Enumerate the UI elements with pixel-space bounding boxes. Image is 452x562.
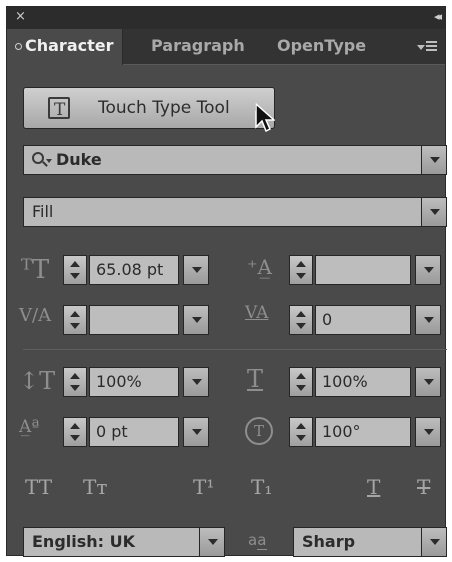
search-icon — [32, 152, 44, 164]
baseline-shift-input[interactable]: 0 pt — [89, 417, 179, 447]
touch-type-icon — [48, 90, 70, 130]
anti-alias-icon: aa — [248, 531, 268, 550]
baseline-shift-stepper[interactable] — [63, 417, 87, 447]
font-size-input[interactable]: 65.08 pt — [89, 255, 179, 285]
kerning-stepper[interactable] — [63, 305, 87, 335]
baseline-shift-dropdown-button[interactable] — [183, 417, 209, 447]
font-style-value: Fill — [32, 202, 54, 221]
mouse-cursor-icon — [255, 103, 275, 133]
baseline-shift-icon: A̲ª — [19, 417, 40, 437]
panel-menu-icon[interactable] — [417, 38, 439, 56]
leading-dropdown-button[interactable] — [415, 255, 441, 285]
tab-label: Paragraph — [151, 36, 245, 55]
language-dropdown[interactable]: English: UK — [23, 527, 225, 557]
anti-alias-dropdown-button[interactable] — [421, 527, 447, 557]
close-icon[interactable]: × — [15, 9, 26, 24]
tab-label: OpenType — [277, 36, 367, 55]
tab-paragraph[interactable]: Paragraph — [143, 29, 253, 65]
tab-label: Character — [25, 36, 114, 55]
vertical-scale-field: 100% — [63, 367, 211, 397]
language-dropdown-button[interactable] — [199, 527, 225, 557]
tracking-icon: VA — [245, 303, 269, 323]
rotation-input[interactable]: 100° — [315, 417, 411, 447]
font-size-stepper[interactable] — [63, 255, 87, 285]
anti-alias-dropdown[interactable]: Sharp — [293, 527, 447, 557]
rotation-stepper[interactable] — [289, 417, 313, 447]
horizontal-scale-stepper[interactable] — [289, 367, 313, 397]
kerning-icon: V/A — [19, 305, 52, 326]
kerning-field — [63, 305, 211, 335]
font-family-dropdown-button[interactable] — [421, 145, 447, 175]
tracking-dropdown-button[interactable] — [415, 305, 441, 335]
tab-character[interactable]: Character — [7, 29, 123, 65]
kerning-input[interactable] — [89, 305, 179, 335]
rotation-field: 100° — [289, 417, 443, 447]
font-size-field: 65.08 pt — [63, 255, 211, 285]
font-size-dropdown-button[interactable] — [183, 255, 209, 285]
horizontal-scale-field: 100% — [289, 367, 443, 397]
small-caps-button[interactable]: Tт — [83, 475, 107, 499]
leading-stepper[interactable] — [289, 255, 313, 285]
anti-alias-value: Sharp — [302, 532, 356, 551]
rotation-dropdown-button[interactable] — [415, 417, 441, 447]
font-style-dropdown-button[interactable] — [421, 197, 447, 227]
panel-titlebar: × ◂◂ — [7, 7, 445, 29]
touch-type-tool-button[interactable]: Touch Type Tool — [23, 87, 275, 130]
vertical-scale-dropdown-button[interactable] — [183, 367, 209, 397]
leading-input[interactable] — [315, 255, 411, 285]
collapse-icon[interactable]: ◂◂ — [434, 10, 442, 23]
strikethrough-button[interactable]: T — [417, 475, 430, 499]
tab-opentype[interactable]: OpenType — [269, 29, 374, 65]
font-style-dropdown[interactable]: Fill — [23, 197, 447, 227]
touch-type-label: Touch Type Tool — [98, 98, 230, 118]
vertical-scale-icon: ↕T — [19, 367, 56, 395]
tracking-stepper[interactable] — [289, 305, 313, 335]
tracking-input[interactable]: 0 — [315, 305, 411, 335]
subscript-button[interactable]: T₁ — [251, 475, 272, 499]
character-rotation-icon: T — [245, 417, 273, 445]
superscript-button[interactable]: T¹ — [193, 475, 214, 499]
vertical-scale-stepper[interactable] — [63, 367, 87, 397]
font-family-value: Duke — [56, 150, 102, 169]
divider — [23, 349, 447, 350]
horizontal-scale-dropdown-button[interactable] — [415, 367, 441, 397]
character-panel: × ◂◂ Character Paragraph OpenType Touch … — [6, 6, 447, 557]
grip-icon — [15, 43, 22, 50]
vertical-scale-input[interactable]: 100% — [89, 367, 179, 397]
underline-button[interactable]: T — [367, 475, 380, 499]
kerning-dropdown-button[interactable] — [183, 305, 209, 335]
font-family-dropdown[interactable]: Duke — [23, 145, 447, 175]
leading-icon: ⁺A̲ — [247, 255, 272, 279]
baseline-shift-field: 0 pt — [63, 417, 211, 447]
leading-field — [289, 255, 443, 285]
language-value: English: UK — [32, 532, 136, 551]
tracking-field: 0 — [289, 305, 443, 335]
horizontal-scale-icon: T — [247, 365, 264, 393]
chevron-down-icon — [46, 159, 52, 163]
font-size-icon: ᵀT — [21, 255, 50, 285]
tab-bar: Character Paragraph OpenType — [7, 29, 445, 65]
horizontal-scale-input[interactable]: 100% — [315, 367, 411, 397]
all-caps-button[interactable]: TT — [25, 475, 52, 499]
